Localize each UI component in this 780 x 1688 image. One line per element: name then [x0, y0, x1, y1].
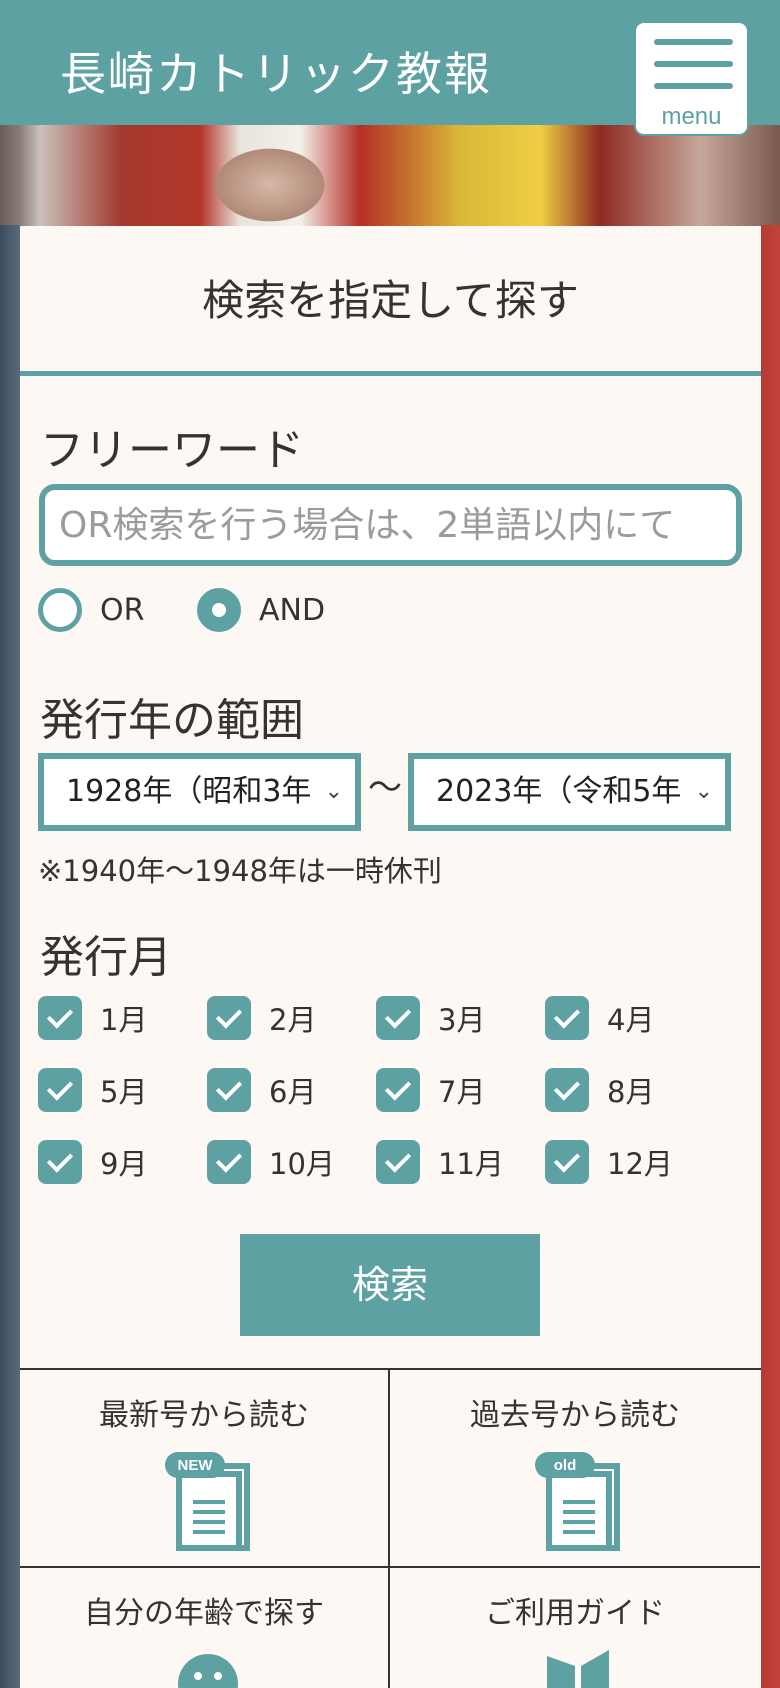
link-user-guide[interactable]: ご利用ガイド	[390, 1568, 760, 1688]
checkbox-icon[interactable]	[545, 1140, 589, 1184]
old-document-icon: old	[535, 1452, 620, 1551]
month-checkbox-7[interactable]: 7月	[376, 1068, 485, 1112]
hamburger-bar	[654, 83, 733, 89]
month-checkbox-11[interactable]: 11月	[376, 1140, 504, 1184]
month-label-11: 11月	[438, 1147, 504, 1181]
chevron-down-icon: ⌄	[324, 779, 343, 804]
month-label-4: 4月	[607, 1003, 655, 1037]
month-checkbox-9[interactable]: 9月	[38, 1140, 147, 1184]
month-label-8: 8月	[607, 1075, 655, 1109]
site-header: 長崎カトリック教報 menu	[0, 0, 780, 136]
checkbox-icon[interactable]	[207, 1140, 251, 1184]
year-from-value: 1928年（昭和3年	[66, 774, 312, 809]
month-label-7: 7月	[438, 1075, 486, 1109]
month-label-12: 12月	[607, 1147, 673, 1181]
year-to-select[interactable]: 2023年（令和5年 ⌄	[408, 753, 731, 831]
search-button[interactable]: 検索	[240, 1234, 540, 1336]
link-age-label: 自分の年齢で探す	[84, 1596, 324, 1631]
menu-button[interactable]: menu	[634, 21, 749, 136]
link-past-label: 過去号から読む	[470, 1398, 680, 1433]
checkbox-icon[interactable]	[38, 996, 82, 1040]
checkbox-icon[interactable]	[376, 1140, 420, 1184]
free-word-label: フリーワード	[40, 425, 304, 476]
free-word-input[interactable]	[39, 484, 742, 566]
link-latest-label: 最新号から読む	[99, 1398, 309, 1433]
link-latest-issue[interactable]: 最新号から読む NEW	[20, 1370, 390, 1568]
month-checkbox-1[interactable]: 1月	[38, 996, 147, 1040]
checkbox-icon[interactable]	[545, 1068, 589, 1112]
month-checkbox-5[interactable]: 5月	[38, 1068, 147, 1112]
month-label-10: 10月	[269, 1147, 335, 1181]
old-badge: old	[554, 1457, 577, 1474]
link-guide-label: ご利用ガイド	[485, 1596, 665, 1631]
checkbox-icon[interactable]	[376, 996, 420, 1040]
new-badge: NEW	[178, 1457, 214, 1474]
month-label: 発行月	[40, 932, 172, 983]
quick-links-grid: 最新号から読む NEW 過去号から読む old 自分の年齢で探す ご利用ガイド	[20, 1368, 761, 1688]
month-label-1: 1月	[100, 1003, 148, 1037]
new-document-icon: NEW	[165, 1452, 250, 1551]
month-checkbox-10[interactable]: 10月	[207, 1140, 335, 1184]
month-checkbox-12[interactable]: 12月	[545, 1140, 673, 1184]
checkbox-icon[interactable]	[38, 1140, 82, 1184]
month-label-3: 3月	[438, 1003, 486, 1037]
month-checkbox-2[interactable]: 2月	[207, 996, 316, 1040]
month-label-6: 6月	[269, 1075, 317, 1109]
month-checkbox-8[interactable]: 8月	[545, 1068, 654, 1112]
hamburger-icon	[654, 39, 733, 45]
checkbox-icon[interactable]	[545, 996, 589, 1040]
link-search-by-age[interactable]: 自分の年齢で探す	[20, 1568, 390, 1688]
month-label-2: 2月	[269, 1003, 317, 1037]
radio-or-circle[interactable]	[38, 588, 82, 632]
book-icon	[547, 1650, 609, 1688]
checkbox-icon[interactable]	[376, 1068, 420, 1112]
search-panel: 検索を指定して探す フリーワード OR AND 発行年の範囲 1928年（昭和3…	[20, 226, 761, 1688]
year-range-label: 発行年の範囲	[40, 695, 304, 746]
search-heading: 検索を指定して探す	[20, 226, 761, 376]
checkbox-icon[interactable]	[207, 996, 251, 1040]
site-title[interactable]: 長崎カトリック教報	[60, 38, 492, 104]
radio-or-label: OR	[100, 592, 145, 628]
range-separator: 〜	[368, 768, 402, 808]
chevron-down-icon: ⌄	[694, 779, 713, 804]
link-past-issues[interactable]: 過去号から読む old	[390, 1370, 760, 1568]
suspension-note: ※1940年〜1948年は一時休刊	[38, 854, 442, 888]
radio-and[interactable]: AND	[197, 588, 325, 632]
radio-and-circle[interactable]	[197, 588, 241, 632]
year-from-select[interactable]: 1928年（昭和3年 ⌄	[38, 753, 361, 831]
month-checkbox-6[interactable]: 6月	[207, 1068, 316, 1112]
radio-or[interactable]: OR	[38, 588, 144, 632]
checkbox-icon[interactable]	[38, 1068, 82, 1112]
month-label-5: 5月	[100, 1075, 148, 1109]
year-to-value: 2023年（令和5年	[436, 774, 682, 809]
month-checkbox-4[interactable]: 4月	[545, 996, 654, 1040]
checkbox-icon[interactable]	[207, 1068, 251, 1112]
month-checkbox-3[interactable]: 3月	[376, 996, 485, 1040]
hamburger-bar	[654, 61, 733, 67]
face-icon	[178, 1654, 238, 1688]
radio-and-label: AND	[259, 592, 326, 628]
month-label-9: 9月	[100, 1147, 148, 1181]
menu-label: menu	[661, 103, 722, 130]
